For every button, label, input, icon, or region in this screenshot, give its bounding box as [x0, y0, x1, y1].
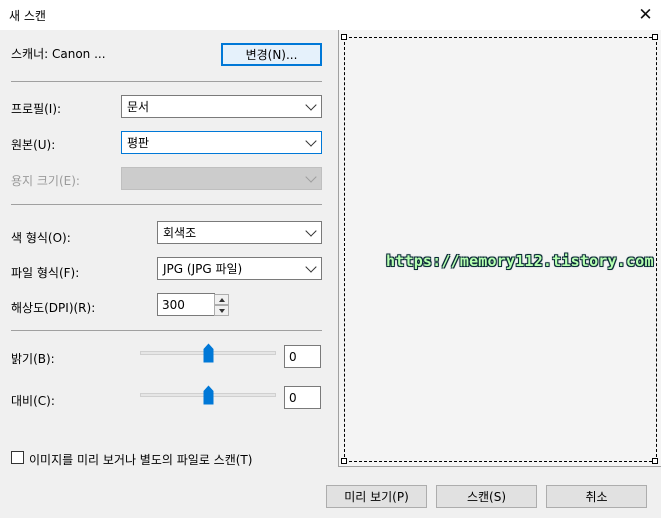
watermark-text: https://memory112.tistory.com	[386, 252, 654, 270]
scan-button[interactable]: 스캔(S)	[436, 485, 537, 508]
preview-button[interactable]: 미리 보기(P)	[326, 485, 427, 508]
source-label: 원본(U):	[11, 138, 56, 152]
resolution-spinner[interactable]	[214, 294, 229, 316]
resolution-input[interactable]: 300	[157, 293, 215, 316]
file-type-label: 파일 형식(F):	[11, 266, 80, 280]
color-format-value: 회색조	[163, 226, 197, 240]
brightness-label: 밝기(B):	[11, 352, 55, 366]
color-format-dropdown[interactable]: 회색조	[157, 221, 322, 244]
cancel-button[interactable]: 취소	[546, 485, 647, 508]
chevron-down-icon	[305, 260, 317, 273]
spin-down-icon[interactable]	[214, 305, 229, 316]
color-format-label: 색 형식(O):	[11, 231, 71, 245]
source-dropdown[interactable]: 평판	[121, 131, 322, 154]
contrast-input[interactable]: 0	[284, 386, 321, 409]
resolution-label: 해상도(DPI)(R):	[11, 301, 96, 315]
crop-region[interactable]	[344, 37, 657, 462]
profile-label: 프로필(I):	[11, 102, 62, 116]
title-bar	[0, 0, 661, 30]
chevron-down-icon	[305, 98, 317, 111]
profile-value: 문서	[127, 100, 150, 114]
separator	[11, 81, 322, 82]
separate-files-checkbox[interactable]	[11, 451, 24, 464]
file-type-dropdown[interactable]: JPG (JPG 파일)	[157, 257, 322, 280]
close-icon: ✕	[638, 5, 653, 25]
chevron-down-icon	[305, 170, 317, 183]
paper-size-dropdown	[121, 167, 322, 190]
separate-files-label: 이미지를 미리 보거나 별도의 파일로 스캔(T)	[29, 453, 253, 467]
crop-handle-top-left[interactable]	[341, 34, 347, 40]
brightness-slider-thumb[interactable]	[203, 343, 214, 363]
file-type-value: JPG (JPG 파일)	[163, 262, 243, 276]
contrast-slider-thumb[interactable]	[203, 385, 214, 405]
scanner-label: 스캐너: Canon ...	[11, 47, 106, 61]
crop-handle-bottom-right[interactable]	[652, 458, 658, 464]
crop-handle-top-right[interactable]	[652, 34, 658, 40]
change-scanner-button[interactable]: 변경(N)...	[221, 43, 322, 66]
source-value: 평판	[127, 136, 150, 150]
contrast-label: 대비(C):	[11, 394, 55, 408]
window-title: 새 스캔	[9, 9, 46, 23]
chevron-down-icon	[305, 224, 317, 237]
close-button[interactable]: ✕	[630, 0, 661, 30]
separator	[11, 204, 322, 205]
brightness-input[interactable]: 0	[284, 345, 321, 368]
profile-dropdown[interactable]: 문서	[121, 95, 322, 118]
spin-up-icon[interactable]	[214, 294, 229, 305]
paper-size-label: 용지 크기(E):	[11, 174, 80, 188]
chevron-down-icon	[305, 134, 317, 147]
separator	[11, 330, 322, 331]
crop-handle-bottom-left[interactable]	[341, 458, 347, 464]
